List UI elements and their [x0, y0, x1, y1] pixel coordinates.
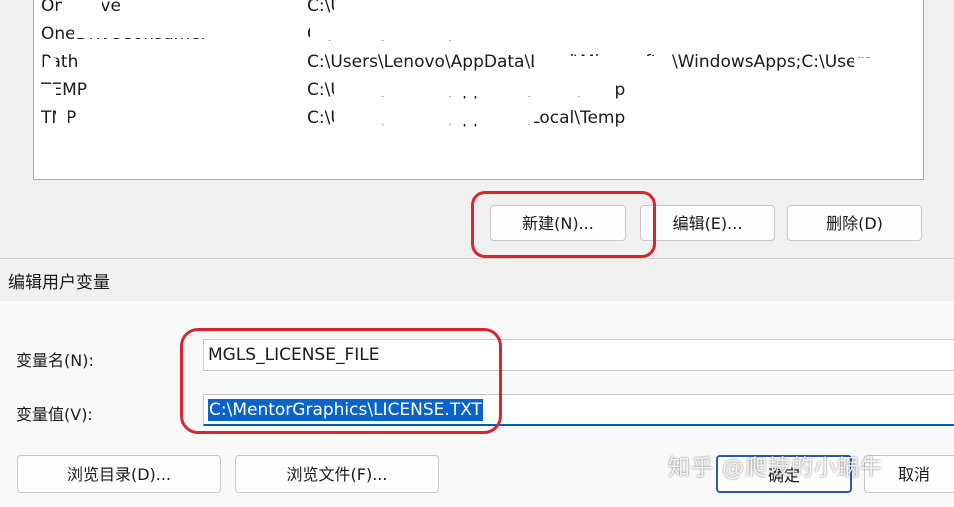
browse-directory-button[interactable]: 浏览目录(D)...	[17, 455, 221, 493]
redaction-mark	[534, 56, 664, 74]
redaction-mark	[334, 82, 614, 96]
redaction-mark	[334, 0, 534, 14]
redaction-mark	[854, 58, 914, 76]
variable-name-text: MGLS_LICENSE_FILE	[208, 345, 380, 365]
redaction-mark	[42, 84, 56, 100]
redaction-mark	[334, 110, 534, 124]
browse-file-button[interactable]: 浏览文件(F)...	[235, 455, 439, 493]
delete-variable-button[interactable]: 删除(D)	[787, 205, 922, 241]
dialog-title: 编辑用户变量	[8, 273, 110, 293]
variable-value-field[interactable]: C:\MentorGraphics\LICENSE.TXT	[203, 394, 954, 426]
redaction-mark	[56, 110, 68, 126]
variable-name-field[interactable]: MGLS_LICENSE_FILE	[203, 339, 954, 371]
watermark: 知乎 @爬坡的小蜗牛	[668, 456, 883, 481]
list-item[interactable]: Path C:\Users\Lenovo\AppData\Local\Micro…	[34, 48, 923, 76]
new-variable-button[interactable]: 新建(N)...	[490, 205, 626, 241]
redaction-mark	[310, 26, 540, 40]
edit-variable-button[interactable]: 编辑(E)...	[640, 205, 775, 241]
redaction-mark	[74, 24, 244, 38]
redaction-mark	[44, 58, 56, 74]
user-variables-list[interactable]: OneDrive C:\Users\Lenovo\OneDrive OneDri…	[33, 0, 924, 180]
environment-variables-window: OneDrive C:\Users\Lenovo\OneDrive OneDri…	[0, 0, 954, 258]
variable-value-continued: \WindowsApps;C:\Users	[672, 52, 873, 72]
selected-text: C:\MentorGraphics\LICENSE.TXT	[208, 399, 483, 421]
variable-value-label: 变量值(V):	[16, 405, 93, 424]
redaction-mark	[62, 0, 102, 14]
variable-name-label: 变量名(N):	[16, 351, 94, 370]
